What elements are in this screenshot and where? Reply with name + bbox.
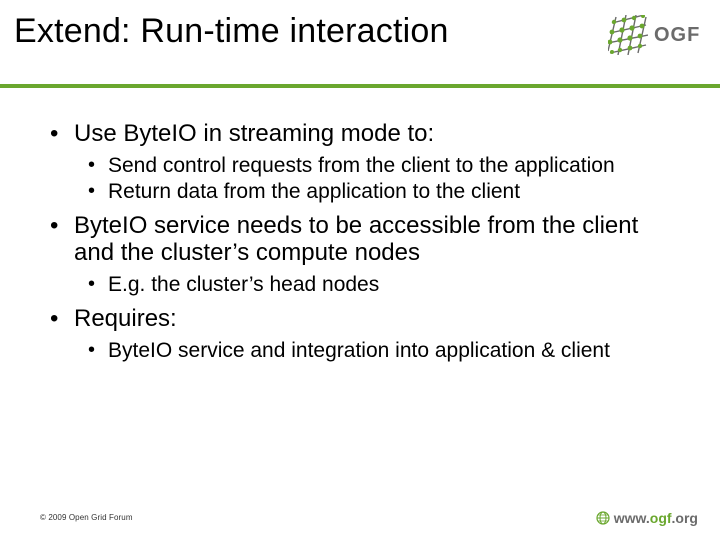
slide: Extend: Run-time interaction bbox=[0, 0, 720, 540]
bullet-text: ByteIO service needs to be accessible fr… bbox=[74, 212, 638, 267]
bullet-text: E.g. the cluster’s head nodes bbox=[108, 273, 379, 296]
bullet-text: Requires: bbox=[74, 305, 177, 332]
sub-list: ByteIO service and integration into appl… bbox=[74, 339, 680, 363]
logo-text: OGF bbox=[654, 24, 700, 47]
globe-icon bbox=[596, 511, 610, 525]
bullet-text: ByteIO service and integration into appl… bbox=[108, 339, 610, 362]
bullet-text: Use ByteIO in streaming mode to: bbox=[74, 120, 434, 147]
slide-title: Extend: Run-time interaction bbox=[14, 12, 700, 51]
url-part-org: .org bbox=[672, 510, 698, 526]
slide-content: Use ByteIO in streaming mode to: Send co… bbox=[0, 88, 720, 363]
ogf-logo: OGF bbox=[608, 8, 698, 62]
url-part-www: www. bbox=[614, 510, 650, 526]
sub-list: E.g. the cluster’s head nodes bbox=[74, 273, 680, 297]
slide-header: Extend: Run-time interaction bbox=[0, 0, 720, 84]
bullet-text: Send control requests from the client to… bbox=[108, 154, 615, 177]
list-item: ByteIO service and integration into appl… bbox=[74, 339, 680, 363]
footer-url: www.ogf.org bbox=[596, 510, 698, 526]
list-item: Requires: ByteIO service and integration… bbox=[40, 305, 680, 363]
list-item: E.g. the cluster’s head nodes bbox=[74, 273, 680, 297]
bullet-list: Use ByteIO in streaming mode to: Send co… bbox=[40, 120, 680, 363]
sub-list: Send control requests from the client to… bbox=[74, 154, 680, 204]
grid-icon bbox=[608, 15, 648, 55]
copyright-text: © 2009 Open Grid Forum bbox=[40, 513, 133, 522]
list-item: ByteIO service needs to be accessible fr… bbox=[40, 212, 680, 297]
list-item: Send control requests from the client to… bbox=[74, 154, 680, 178]
list-item: Return data from the application to the … bbox=[74, 180, 680, 204]
url-part-ogf: ogf bbox=[650, 510, 672, 526]
bullet-text: Return data from the application to the … bbox=[108, 180, 520, 203]
list-item: Use ByteIO in streaming mode to: Send co… bbox=[40, 120, 680, 204]
